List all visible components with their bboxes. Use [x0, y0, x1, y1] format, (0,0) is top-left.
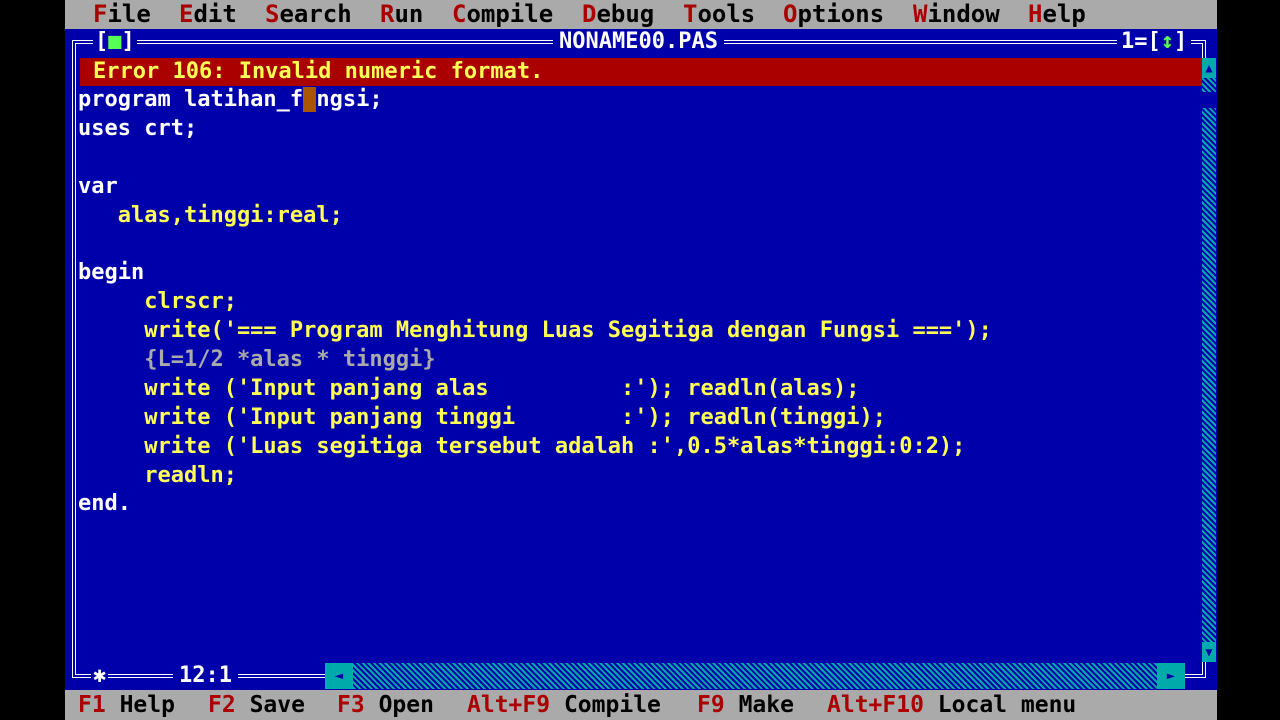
code-line: uses crt; — [78, 115, 198, 141]
window-number: 1=[↕] — [1117, 29, 1192, 55]
code-line: write ('Luas segitiga tersebut adalah :'… — [78, 433, 966, 459]
menu-search[interactable]: Search — [265, 0, 352, 29]
zoom-arrows-icon[interactable]: ↕ — [1161, 29, 1174, 54]
arrow-down-icon[interactable]: ▼ — [1202, 642, 1216, 662]
code-comment-line: {L=1/2 *alas * tinggi} — [78, 347, 436, 373]
function-key-bar: F1 Help F2 Save F3 Open Alt+F9 Compile F… — [65, 690, 1217, 720]
code-line: alas,tinggi:real; — [78, 202, 343, 228]
menu-options[interactable]: Options — [783, 0, 884, 29]
code-line: begin — [78, 260, 145, 286]
code-line: write ('Input panjang tinggi :'); readln… — [78, 404, 886, 430]
fkey-make[interactable]: F9 Make — [697, 690, 794, 720]
arrow-right-icon[interactable]: ► — [1157, 663, 1185, 689]
window-title: NONAME00.PAS — [553, 29, 724, 55]
menu-window[interactable]: Window — [913, 0, 1000, 29]
code-line: readln; — [78, 462, 237, 488]
horizontal-scrollbar[interactable]: ◄ ► — [325, 663, 1185, 689]
code-line: program latihan_fungsi; — [78, 87, 383, 112]
arrow-up-icon[interactable]: ▲ — [1202, 58, 1216, 78]
modified-star-icon: ✱ — [91, 663, 109, 689]
cursor-position: 12:1 — [173, 663, 238, 689]
menu-help[interactable]: Help — [1028, 0, 1086, 29]
menu-debug[interactable]: Debug — [582, 0, 654, 29]
code-line: end. — [78, 491, 131, 517]
menu-edit[interactable]: Edit — [179, 0, 237, 29]
fkey-save[interactable]: F2 Save — [208, 690, 305, 720]
menu-tools[interactable]: Tools — [683, 0, 755, 29]
error-message-bar: Error 106: Invalid numeric format. — [80, 58, 1202, 86]
fkey-help[interactable]: F1 Help — [78, 690, 175, 720]
menu-bar: File Edit Search Run Compile Debug Tools… — [65, 0, 1217, 29]
code-line: write ('Input panjang alas :'); readln(a… — [78, 375, 860, 401]
code-line: clrscr; — [78, 289, 237, 315]
menu-run[interactable]: Run — [380, 0, 423, 29]
menu-compile[interactable]: Compile — [452, 0, 553, 29]
close-box-icon[interactable]: [■] — [93, 29, 137, 55]
code-editor[interactable]: program latihan_fungsi; uses crt; var al… — [78, 86, 1198, 519]
code-line: var — [78, 173, 118, 199]
text-cursor: u — [303, 87, 317, 112]
fkey-compile[interactable]: Alt+F9 Compile — [467, 690, 661, 720]
code-line: write('=== Program Menghitung Luas Segit… — [78, 318, 992, 344]
vertical-scroll-thumb[interactable] — [1202, 92, 1216, 108]
vertical-scrollbar[interactable]: ▲ ▼ — [1202, 58, 1216, 662]
fkey-open[interactable]: F3 Open — [337, 690, 434, 720]
fkey-local-menu[interactable]: Alt+F10 Local menu — [827, 690, 1076, 720]
arrow-left-icon[interactable]: ◄ — [325, 663, 353, 689]
menu-file[interactable]: File — [93, 0, 151, 29]
ide-screen: File Edit Search Run Compile Debug Tools… — [65, 0, 1217, 720]
